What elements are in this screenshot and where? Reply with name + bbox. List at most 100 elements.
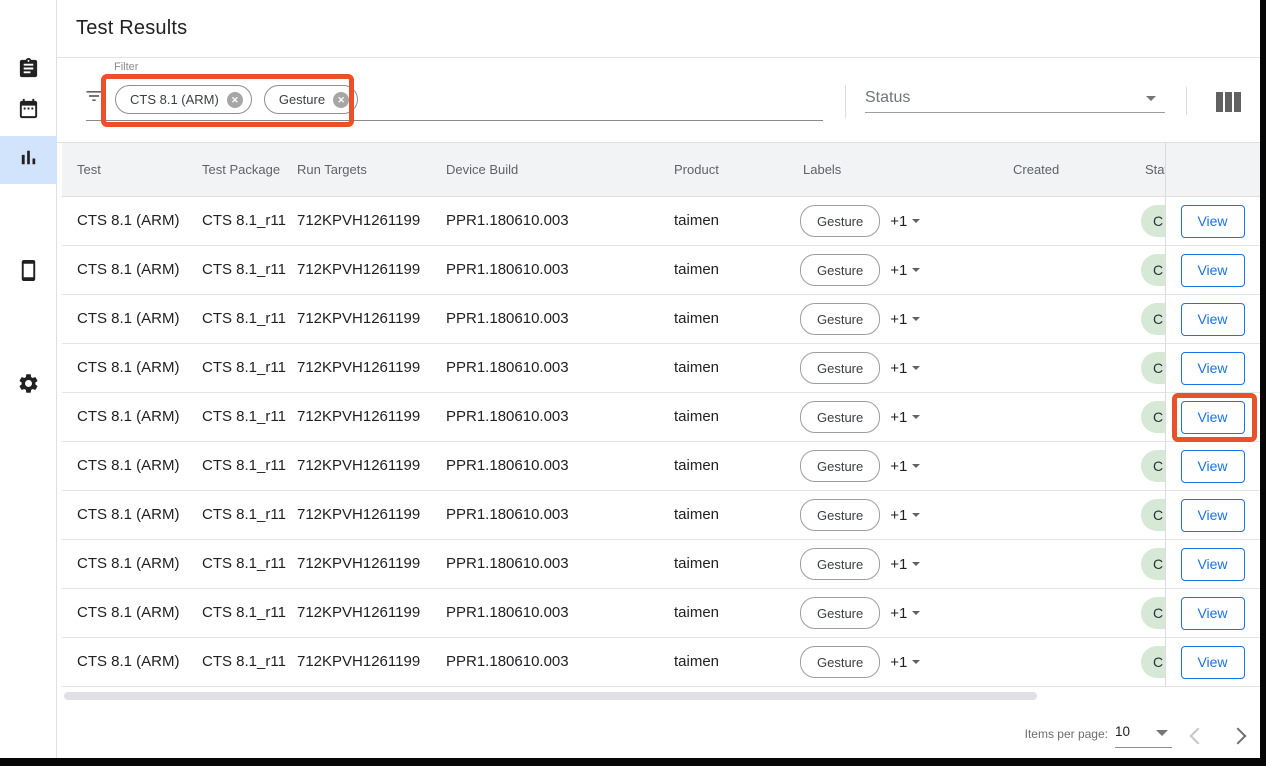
label-chip[interactable]: Gesture (800, 303, 880, 335)
filter-field-label: Filter (114, 61, 138, 73)
cell-product: taimen (674, 540, 719, 588)
cell-run-targets: 712KPVH1261199 (297, 491, 420, 539)
status-select[interactable]: Status (865, 89, 910, 107)
more-labels-dropdown[interactable]: +1 (890, 605, 920, 622)
cell-labels: Gesture +1 (800, 442, 920, 490)
col-header-test-package[interactable]: Test Package (202, 143, 280, 196)
cell-run-targets: 712KPVH1261199 (297, 589, 420, 637)
dropdown-arrow-icon[interactable] (1156, 730, 1168, 736)
cell-run-targets: 712KPVH1261199 (297, 295, 420, 343)
col-header-labels[interactable]: Labels (803, 143, 841, 196)
cell-run-targets: 712KPVH1261199 (297, 638, 420, 686)
sidebar-item-test-plans[interactable] (0, 87, 57, 135)
dropdown-arrow-icon[interactable] (1146, 96, 1156, 101)
cell-run-targets: 712KPVH1261199 (297, 442, 420, 490)
divider (1186, 87, 1187, 115)
filter-list-icon (84, 86, 104, 106)
cell-device-build: PPR1.180610.003 (446, 295, 569, 343)
label-chip[interactable]: Gesture (800, 352, 880, 384)
dropdown-arrow-icon (912, 513, 920, 517)
cell-action: View (1165, 589, 1260, 637)
more-labels-dropdown[interactable]: +1 (890, 654, 920, 671)
dropdown-arrow-icon (912, 464, 920, 468)
cell-test: CTS 8.1 (ARM) (77, 442, 180, 490)
label-chip[interactable]: Gesture (800, 499, 880, 531)
col-header-created[interactable]: Created (1013, 143, 1059, 196)
status-badge: C (1141, 548, 1165, 580)
view-button[interactable]: View (1181, 499, 1245, 532)
previous-page-button[interactable] (1188, 726, 1208, 746)
cell-action: View (1165, 197, 1260, 245)
sidebar-item-test-results[interactable] (0, 136, 57, 184)
cell-test: CTS 8.1 (ARM) (77, 491, 180, 539)
filter-chip[interactable]: Gesture ✕ (264, 85, 358, 114)
view-button[interactable]: View (1181, 303, 1245, 336)
close-icon[interactable]: ✕ (333, 92, 349, 108)
filter-chip[interactable]: CTS 8.1 (ARM) ✕ (115, 85, 252, 114)
cell-device-build: PPR1.180610.003 (446, 197, 569, 245)
sidebar-item-devices[interactable] (0, 249, 57, 297)
more-labels-dropdown[interactable]: +1 (890, 262, 920, 279)
label-chip[interactable]: Gesture (800, 254, 880, 286)
items-per-page-label: Items per page: (1018, 727, 1108, 741)
close-icon[interactable]: ✕ (227, 92, 243, 108)
more-labels-dropdown[interactable]: +1 (890, 507, 920, 524)
next-page-button[interactable] (1228, 726, 1248, 746)
cell-run-targets: 712KPVH1261199 (297, 540, 420, 588)
page-size-select[interactable]: 10 (1115, 724, 1130, 739)
table-row: CTS 8.1 (ARM) CTS 8.1_r11 712KPVH1261199… (62, 246, 1260, 295)
label-chip[interactable]: Gesture (800, 548, 880, 580)
filter-input-underline[interactable] (86, 120, 823, 121)
cell-run-targets: 712KPVH1261199 (297, 197, 420, 245)
label-chip[interactable]: Gesture (800, 646, 880, 678)
view-button[interactable]: View (1181, 352, 1245, 385)
col-header-device-build[interactable]: Device Build (446, 143, 518, 196)
table-row: CTS 8.1 (ARM) CTS 8.1_r11 712KPVH1261199… (62, 295, 1260, 344)
label-chip[interactable]: Gesture (800, 401, 880, 433)
view-button[interactable]: View (1181, 450, 1245, 483)
cell-device-build: PPR1.180610.003 (446, 442, 569, 490)
cell-labels: Gesture +1 (800, 246, 920, 294)
label-chip[interactable]: Gesture (800, 205, 880, 237)
view-button[interactable]: View (1181, 597, 1245, 630)
status-badge: C (1141, 205, 1165, 237)
more-labels-dropdown[interactable]: +1 (890, 556, 920, 573)
cell-test: CTS 8.1 (ARM) (77, 589, 180, 637)
cell-action: View (1165, 442, 1260, 490)
cell-product: taimen (674, 442, 719, 490)
sidebar-item-settings[interactable] (0, 362, 57, 410)
more-labels-dropdown[interactable]: +1 (890, 409, 920, 426)
cell-run-targets: 712KPVH1261199 (297, 393, 420, 441)
view-button[interactable]: View (1181, 548, 1245, 581)
table-row: CTS 8.1 (ARM) CTS 8.1_r11 712KPVH1261199… (62, 589, 1260, 638)
dropdown-arrow-icon (912, 268, 920, 272)
col-header-run-targets[interactable]: Run Targets (297, 143, 367, 196)
table-row: CTS 8.1 (ARM) CTS 8.1_r11 712KPVH1261199… (62, 344, 1260, 393)
cell-test-package: CTS 8.1_r11 (202, 393, 286, 441)
more-labels-dropdown[interactable]: +1 (890, 458, 920, 475)
cell-device-build: PPR1.180610.003 (446, 344, 569, 392)
col-header-test[interactable]: Test (77, 143, 101, 196)
filter-chip-label: CTS 8.1 (ARM) (130, 92, 219, 107)
view-button[interactable]: View (1181, 646, 1245, 679)
assignment-icon (17, 57, 40, 85)
dropdown-arrow-icon (912, 562, 920, 566)
label-chip[interactable]: Gesture (800, 450, 880, 482)
horizontal-scrollbar[interactable] (64, 692, 1037, 700)
more-labels-dropdown[interactable]: +1 (890, 213, 920, 230)
col-header-product[interactable]: Product (674, 143, 719, 196)
more-labels-dropdown[interactable]: +1 (890, 360, 920, 377)
view-button[interactable]: View (1181, 401, 1245, 434)
col-header-status[interactable]: Status (1145, 143, 1165, 196)
more-labels-dropdown[interactable]: +1 (890, 311, 920, 328)
cell-labels: Gesture +1 (800, 589, 920, 637)
view-button[interactable]: View (1181, 254, 1245, 287)
sidebar (0, 0, 57, 758)
label-chip[interactable]: Gesture (800, 597, 880, 629)
cell-action: View (1165, 295, 1260, 343)
status-select-underline (865, 112, 1165, 113)
view-columns-icon[interactable] (1216, 92, 1241, 112)
cell-action: View (1165, 344, 1260, 392)
cell-test-package: CTS 8.1_r11 (202, 295, 286, 343)
view-button[interactable]: View (1181, 205, 1245, 238)
